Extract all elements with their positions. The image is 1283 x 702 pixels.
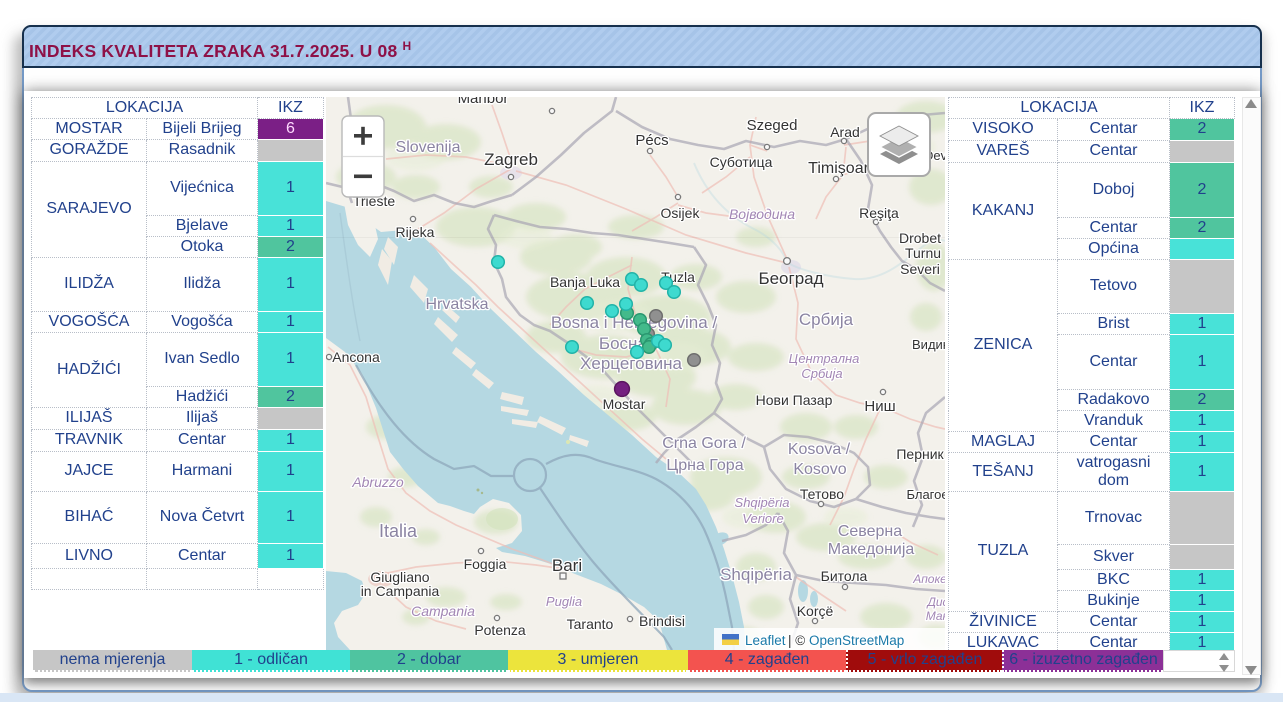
svg-text:Reşiţa: Reşiţa xyxy=(859,205,899,221)
svg-text:Тетово: Тетово xyxy=(800,486,844,502)
svg-text:Видин: Видин xyxy=(912,337,945,352)
svg-text:Brindisi: Brindisi xyxy=(639,613,685,629)
svg-text:Нови Пазар: Нови Пазар xyxy=(756,392,833,408)
svg-text:Kosova /: Kosova / xyxy=(788,441,851,458)
svg-text:Veriore: Veriore xyxy=(742,511,783,526)
svg-text:Italia: Italia xyxy=(379,521,418,541)
svg-text:Shqipëria: Shqipëria xyxy=(720,565,792,584)
svg-text:Leaflet: Leaflet xyxy=(745,633,786,648)
svg-text:Kosovo: Kosovo xyxy=(793,461,846,478)
svg-text:Војводина: Војводина xyxy=(729,206,795,222)
svg-text:Херцеговина: Херцеговина xyxy=(580,354,682,373)
svg-text:Campania: Campania xyxy=(411,603,475,619)
svg-text:Zagreb: Zagreb xyxy=(484,150,538,169)
svg-text:Banja Luka: Banja Luka xyxy=(550,274,620,290)
svg-text:Hrvatska: Hrvatska xyxy=(425,296,488,313)
svg-text:Arad: Arad xyxy=(830,124,860,140)
svg-text:| ©: | © xyxy=(788,633,805,648)
svg-text:Северна: Северна xyxy=(838,523,902,540)
svg-text:Mostar: Mostar xyxy=(603,396,646,412)
svg-text:Severi: Severi xyxy=(900,261,940,277)
svg-text:Ниш: Ниш xyxy=(864,398,895,415)
svg-text:Abruzzo: Abruzzo xyxy=(351,474,404,490)
svg-text:Pécs: Pécs xyxy=(635,132,668,149)
svg-text:Foggia: Foggia xyxy=(464,556,507,572)
svg-text:Bari: Bari xyxy=(552,556,582,575)
svg-text:Ancona: Ancona xyxy=(332,349,380,365)
svg-text:OpenStreetMap: OpenStreetMap xyxy=(809,633,904,648)
svg-text:Turnu: Turnu xyxy=(905,245,941,261)
svg-text:Перник: Перник xyxy=(896,446,944,462)
svg-text:Potenza: Potenza xyxy=(474,622,526,638)
svg-text:Crna Gora /: Crna Gora / xyxy=(662,435,746,452)
svg-text:Србија: Србија xyxy=(799,310,854,329)
svg-text:Црна Гора: Црна Гора xyxy=(666,457,743,474)
svg-text:Puglia: Puglia xyxy=(546,594,582,609)
svg-text:Szeged: Szeged xyxy=(747,117,798,134)
svg-text:Благоев: Благоев xyxy=(906,487,945,502)
svg-text:Србија: Србија xyxy=(801,366,842,381)
svg-text:Дис: Дис xyxy=(925,595,945,609)
svg-text:in Campania: in Campania xyxy=(361,583,440,599)
svg-text:Taranto: Taranto xyxy=(567,616,614,632)
svg-text:Битола: Битола xyxy=(821,568,868,584)
svg-text:Мак: Мак xyxy=(926,609,945,623)
svg-text:Maribor: Maribor xyxy=(458,97,509,107)
svg-text:Апоке: Апоке xyxy=(912,572,945,586)
svg-text:Slovenija: Slovenija xyxy=(396,139,461,156)
svg-text:Korçë: Korçë xyxy=(797,603,834,619)
svg-text:Суботица: Суботица xyxy=(710,154,773,170)
svg-text:Osijek: Osijek xyxy=(661,205,701,221)
svg-text:Македонија: Македонија xyxy=(828,541,915,558)
svg-text:Shqipëria: Shqipëria xyxy=(735,495,790,510)
svg-text:Централна: Централна xyxy=(789,351,860,366)
svg-text:Београд: Београд xyxy=(758,269,823,288)
